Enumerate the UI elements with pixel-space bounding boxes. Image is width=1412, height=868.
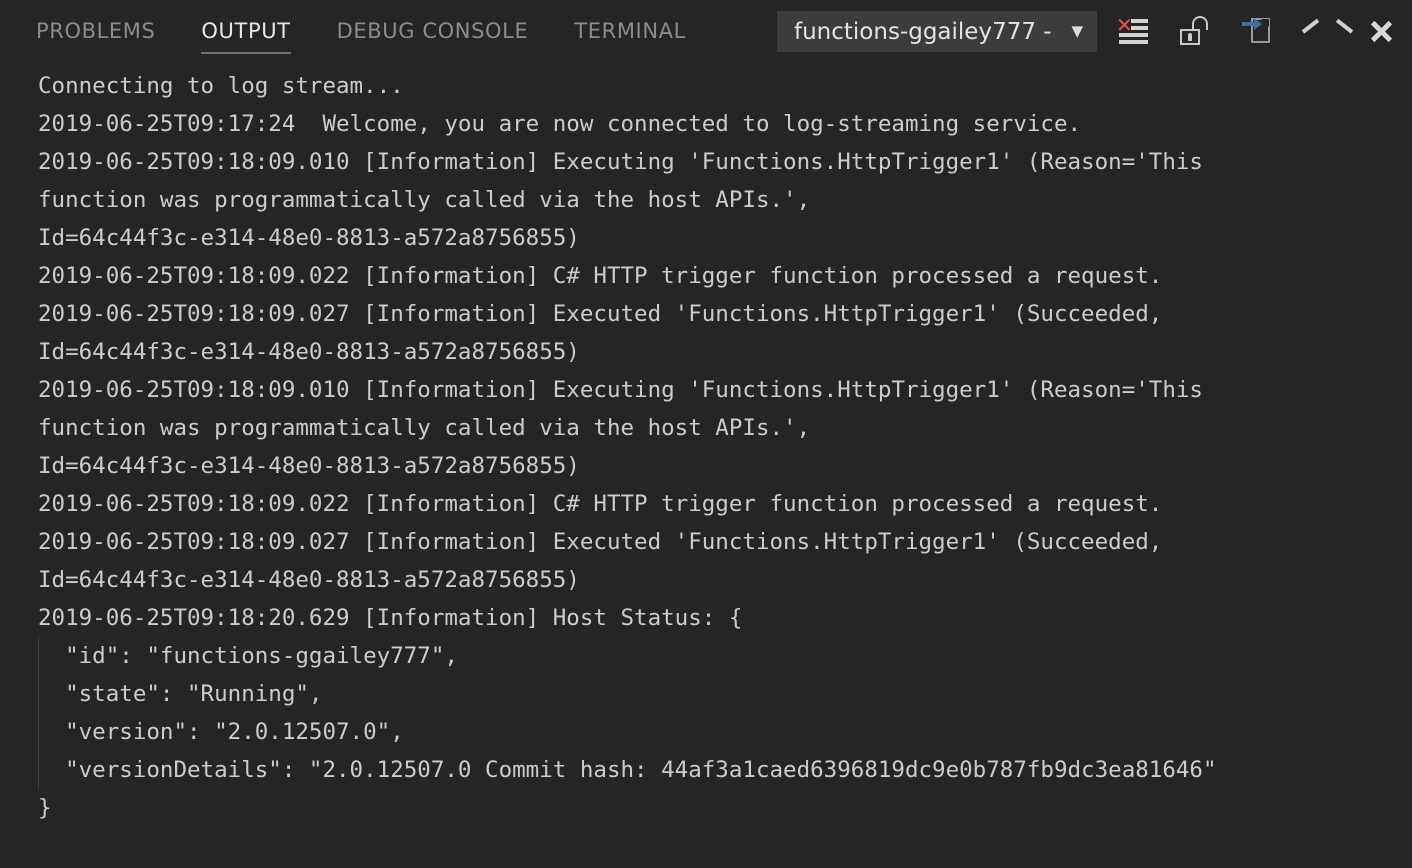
tab-output[interactable]: OUTPUT xyxy=(201,0,291,62)
log-line: Id=64c44f3c-e314-48e0-8813-a572a8756855) xyxy=(0,561,1412,599)
log-line-text: 2019-06-25T09:18:09.027 [Information] Ex… xyxy=(38,529,1163,555)
log-line-text: 2019-06-25T09:18:09.022 [Information] C#… xyxy=(38,491,1163,517)
panel-toolbar: ✕ xyxy=(1102,0,1412,62)
tab-terminal-label: TERMINAL xyxy=(574,19,686,43)
log-line-text: 2019-06-25T09:18:09.022 [Information] C#… xyxy=(38,263,1163,289)
log-line: "id": "functions-ggailey777", xyxy=(0,637,1412,675)
log-line: Id=64c44f3c-e314-48e0-8813-a572a8756855) xyxy=(0,219,1412,257)
log-line-text: Id=64c44f3c-e314-48e0-8813-a572a8756855) xyxy=(38,225,580,251)
output-channel-select[interactable]: functions-ggailey777 - ▼ xyxy=(777,11,1097,52)
log-line-text: "id": "functions-ggailey777", xyxy=(38,643,458,669)
log-line-text: 2019-06-25T09:18:09.027 [Information] Ex… xyxy=(38,301,1163,327)
panel-tab-bar: PROBLEMS OUTPUT DEBUG CONSOLE TERMINAL xyxy=(0,0,732,62)
tab-output-label: OUTPUT xyxy=(201,19,291,43)
maximize-panel-button[interactable] xyxy=(1288,0,1354,62)
log-line-text: Connecting to log stream... xyxy=(38,73,404,99)
lock-scroll-button[interactable] xyxy=(1164,0,1226,62)
log-line: 2019-06-25T09:18:09.027 [Information] Ex… xyxy=(0,295,1412,333)
log-line-text: "versionDetails": "2.0.12507.0 Commit ha… xyxy=(38,757,1217,783)
log-line-text: function was programmatically called via… xyxy=(38,415,811,441)
chevron-up-icon xyxy=(1301,18,1354,41)
indent-guide xyxy=(38,675,39,713)
log-line: } xyxy=(0,789,1412,827)
log-line: Id=64c44f3c-e314-48e0-8813-a572a8756855) xyxy=(0,333,1412,371)
log-line-text: 2019-06-25T09:17:24 Welcome, you are now… xyxy=(38,111,1082,137)
log-line: 2019-06-25T09:18:09.010 [Information] Ex… xyxy=(0,371,1412,409)
log-line-text: "state": "Running", xyxy=(38,681,323,707)
log-line-text: 2019-06-25T09:18:20.629 [Information] Ho… xyxy=(38,605,743,631)
unlock-icon xyxy=(1180,16,1210,46)
log-line: Id=64c44f3c-e314-48e0-8813-a572a8756855) xyxy=(0,447,1412,485)
output-panel: PROBLEMS OUTPUT DEBUG CONSOLE TERMINAL f… xyxy=(0,0,1412,868)
tab-debug-console-label: DEBUG CONSOLE xyxy=(336,19,529,43)
log-line-text: Id=64c44f3c-e314-48e0-8813-a572a8756855) xyxy=(38,339,580,365)
log-line: Connecting to log stream... xyxy=(0,67,1412,105)
log-line-text: "version": "2.0.12507.0", xyxy=(38,719,404,745)
output-channel-value: functions-ggailey777 - xyxy=(794,18,1052,45)
open-in-editor-button[interactable] xyxy=(1226,0,1288,62)
output-log-view[interactable]: Connecting to log stream... 2019-06-25T09… xyxy=(0,62,1412,868)
tab-active-indicator xyxy=(201,52,291,54)
clear-x-glyph: ✕ xyxy=(1116,13,1133,37)
log-line: 2019-06-25T09:18:09.010 [Information] Ex… xyxy=(0,143,1412,181)
log-line: 2019-06-25T09:17:24 Welcome, you are now… xyxy=(0,105,1412,143)
clear-output-icon: ✕ xyxy=(1116,13,1148,44)
clear-output-button[interactable]: ✕ xyxy=(1102,0,1164,62)
log-line: 2019-06-25T09:18:20.629 [Information] Ho… xyxy=(0,599,1412,637)
log-line: 2019-06-25T09:18:09.022 [Information] C#… xyxy=(0,485,1412,523)
log-line: function was programmatically called via… xyxy=(0,409,1412,447)
log-line-text: 2019-06-25T09:18:09.010 [Information] Ex… xyxy=(38,149,1203,175)
close-icon xyxy=(1368,18,1394,44)
log-line-text: Id=64c44f3c-e314-48e0-8813-a572a8756855) xyxy=(38,453,580,479)
log-line-text: Id=64c44f3c-e314-48e0-8813-a572a8756855) xyxy=(38,567,580,593)
tab-terminal[interactable]: TERMINAL xyxy=(574,0,686,62)
panel-header: PROBLEMS OUTPUT DEBUG CONSOLE TERMINAL f… xyxy=(0,0,1412,62)
log-line: "versionDetails": "2.0.12507.0 Commit ha… xyxy=(0,751,1412,789)
close-panel-button[interactable] xyxy=(1350,0,1412,62)
tab-debug-console[interactable]: DEBUG CONSOLE xyxy=(337,0,529,62)
output-log-lines: Connecting to log stream... 2019-06-25T09… xyxy=(0,62,1412,827)
log-line: 2019-06-25T09:18:09.022 [Information] C#… xyxy=(0,257,1412,295)
log-line: "state": "Running", xyxy=(0,675,1412,713)
log-line: function was programmatically called via… xyxy=(0,181,1412,219)
tab-problems-label: PROBLEMS xyxy=(36,19,156,43)
log-line-text: function was programmatically called via… xyxy=(38,187,811,213)
indent-guide xyxy=(38,637,39,675)
tab-problems[interactable]: PROBLEMS xyxy=(36,0,155,62)
indent-guide xyxy=(38,751,39,789)
log-line: "version": "2.0.12507.0", xyxy=(0,713,1412,751)
log-line-text: } xyxy=(38,795,52,821)
chevron-down-icon: ▼ xyxy=(1071,22,1083,40)
log-line-text: 2019-06-25T09:18:09.010 [Information] Ex… xyxy=(38,377,1203,403)
indent-guide xyxy=(38,713,39,751)
open-in-editor-icon xyxy=(1242,16,1272,46)
log-line: 2019-06-25T09:18:09.027 [Information] Ex… xyxy=(0,523,1412,561)
